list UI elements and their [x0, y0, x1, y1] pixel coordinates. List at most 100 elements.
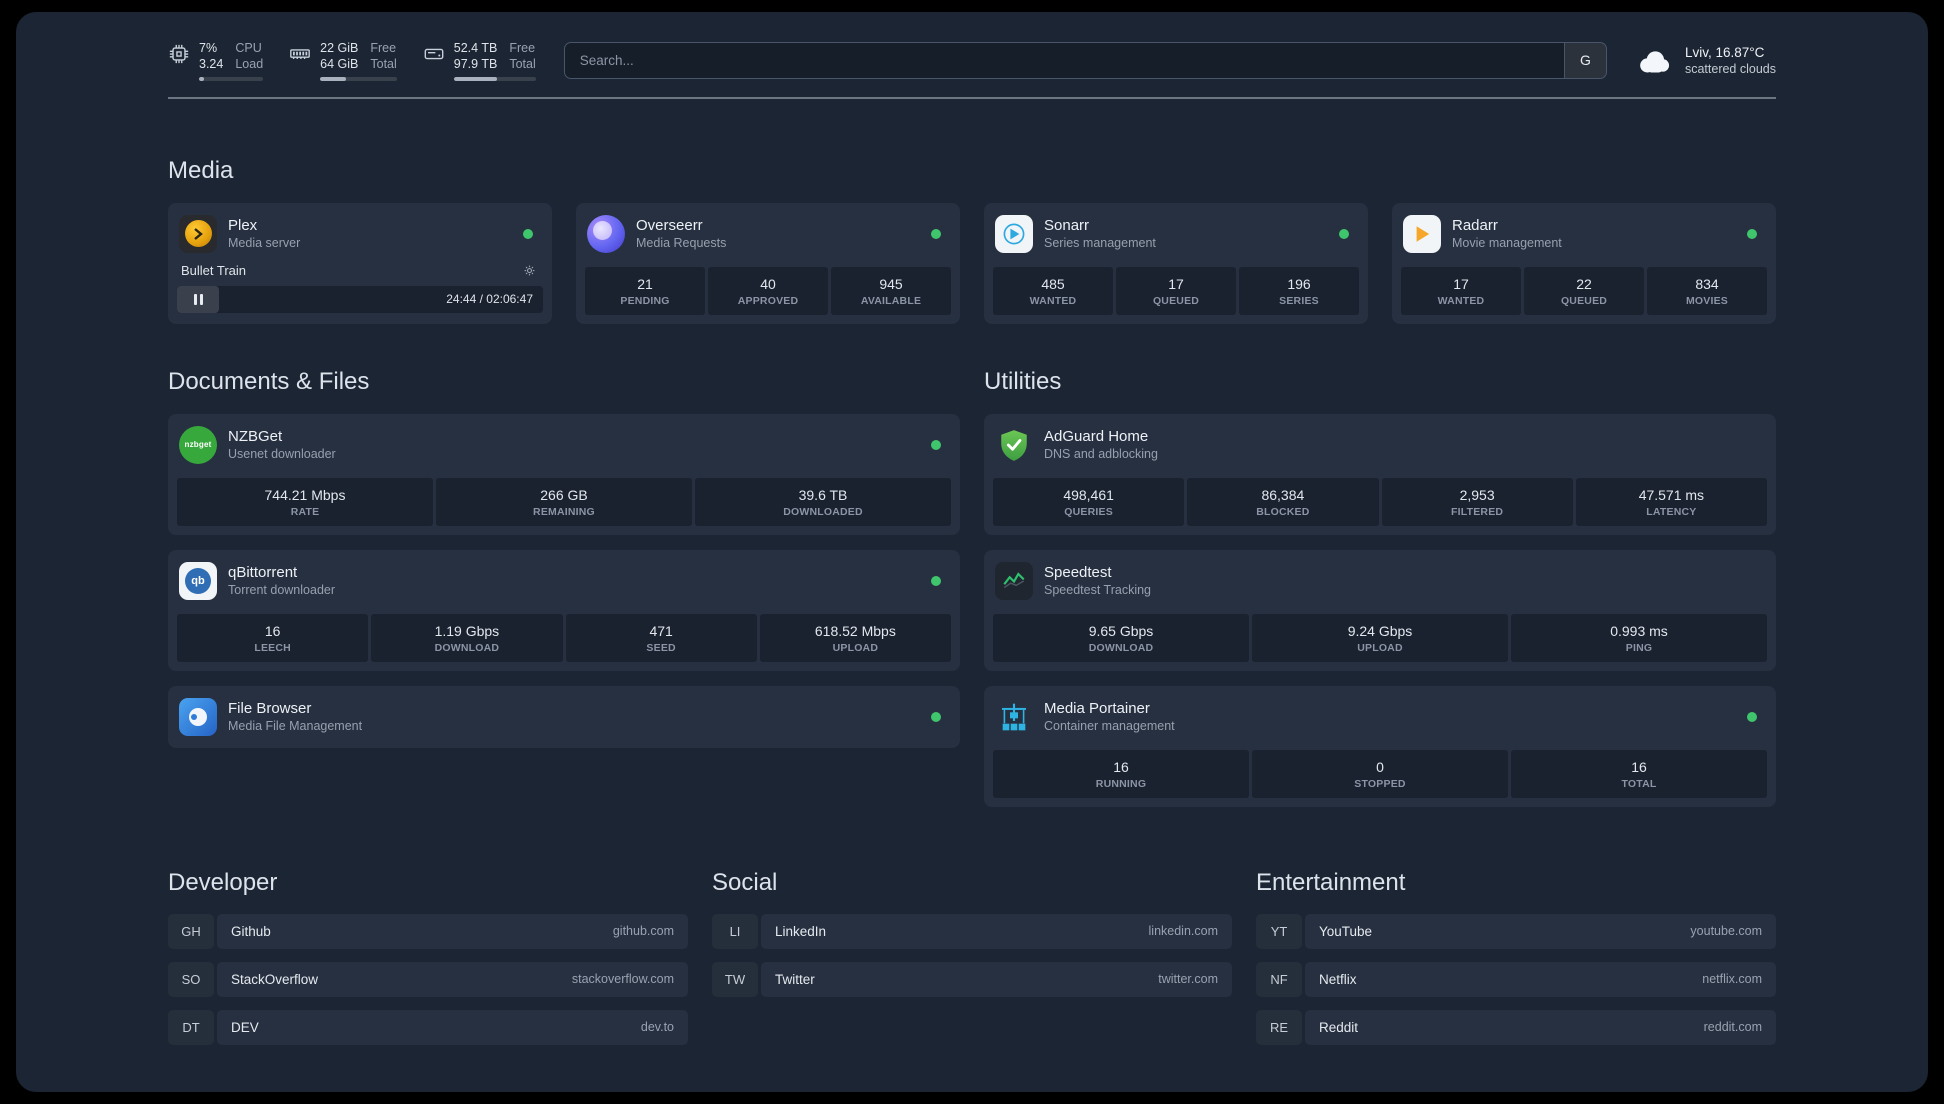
service-name: qBittorrent [228, 563, 298, 581]
stat-wanted: 485 WANTED [993, 266, 1113, 315]
service-card-plex[interactable]: Plex Media server Bullet Train 24:44 / 0… [168, 202, 552, 324]
status-dot [931, 711, 941, 722]
stat-rate: 744.21 Mbps RATE [177, 477, 433, 526]
service-name: AdGuard Home [1044, 427, 1149, 445]
bookmark-abbr: SO [168, 961, 214, 997]
stat-queued: 22 QUEUED [1524, 266, 1644, 315]
stat-download: 1.19 Gbps DOWNLOAD [371, 613, 563, 662]
bookmark-url: stackoverflow.com [571, 972, 674, 986]
service-subtitle: Torrent downloader [228, 583, 336, 598]
memory-free-value: 22 GiB [320, 41, 359, 55]
status-dot [1747, 228, 1757, 239]
bookmark-url: dev.to [640, 1020, 674, 1034]
stat-queued: 17 QUEUED [1116, 266, 1236, 315]
section-title-utilities: Utilities [984, 367, 1062, 395]
screen-frame: 7% 3.24 CPU Load 22 GiB 64 GiB Free Tota… [0, 0, 1944, 1104]
cloud-icon [1640, 51, 1670, 73]
bookmark-label: YouTube [1319, 923, 1373, 939]
disk-icon [424, 48, 444, 60]
service-subtitle: Media server [228, 236, 301, 251]
bookmark-url: github.com [612, 924, 674, 938]
bookmark-stackoverflow[interactable]: SO StackOverflow stackoverflow.com [168, 961, 688, 997]
radarr-icon [1403, 214, 1441, 253]
service-card-speedtest[interactable]: Speedtest Speedtest Tracking 9.65 Gbps D… [984, 549, 1776, 671]
service-subtitle: Usenet downloader [228, 447, 336, 462]
bookmark-url: twitter.com [1158, 972, 1218, 986]
gear-icon[interactable] [522, 263, 537, 278]
bookmark-label: Netflix [1319, 971, 1357, 987]
service-card-sonarr[interactable]: Sonarr Series management 485 WANTED 17 Q… [984, 202, 1368, 324]
cpu-usage-value: 7% [199, 41, 218, 55]
service-card-qbittorrent[interactable]: qb qBittorrent Torrent downloader 16 LEE… [168, 549, 960, 671]
pause-button[interactable] [177, 285, 219, 313]
service-subtitle: Series management [1044, 236, 1156, 251]
service-card-portainer[interactable]: Media Portainer Container management 16 … [984, 685, 1776, 807]
bookmark-youtube[interactable]: YT YouTube youtube.com [1256, 913, 1776, 949]
stat-stopped: 0 STOPPED [1252, 749, 1508, 798]
status-dot [1339, 228, 1349, 239]
service-card-nzbget[interactable]: nzbget NZBGet Usenet downloader 744.21 M… [168, 413, 960, 535]
status-dot [931, 228, 941, 239]
bookmark-dev[interactable]: DT DEV dev.to [168, 1009, 688, 1045]
bookmark-group-title: Entertainment [1256, 868, 1406, 896]
stat-filtered: 2,953 FILTERED [1381, 477, 1573, 526]
bookmark-group-social: Social LI LinkedIn linkedin.com TW Twitt… [712, 869, 1232, 997]
stat-movies: 834 MOVIES [1647, 266, 1767, 315]
disk-widget: 52.4 TB 97.9 TB Free Total [423, 40, 536, 81]
weather-widget[interactable]: Lviv, 16.87°C scattered clouds [1635, 44, 1776, 76]
cpu-progress-bar [199, 76, 264, 81]
service-card-adguard[interactable]: AdGuard Home DNS and adblocking 498,461 … [984, 413, 1776, 535]
bookmark-netflix[interactable]: NF Netflix netflix.com [1256, 961, 1776, 997]
stat-available: 945 AVAILABLE [831, 266, 951, 315]
dashboard-panel: 7% 3.24 CPU Load 22 GiB 64 GiB Free Tota… [16, 12, 1928, 1092]
bookmark-label: Github [231, 923, 271, 939]
service-subtitle: Media Requests [636, 236, 727, 251]
bookmark-github[interactable]: GH Github github.com [168, 913, 688, 949]
filebrowser-icon [179, 697, 217, 736]
overseerr-icon [587, 214, 625, 253]
disk-free-value: 52.4 TB [453, 41, 498, 55]
service-card-filebrowser[interactable]: File Browser Media File Management [168, 685, 960, 748]
memory-widget: 22 GiB 64 GiB Free Total [289, 40, 397, 81]
section-media: Media Plex Media server Bullet Train 24:… [168, 157, 1776, 324]
service-name: Speedtest [1044, 563, 1112, 581]
bookmark-group-title: Developer [168, 868, 278, 896]
service-subtitle: Media File Management [228, 719, 363, 734]
stat-downloaded: 39.6 TB DOWNLOADED [695, 477, 951, 526]
bookmark-abbr: TW [712, 961, 758, 997]
qbittorrent-icon: qb [179, 561, 217, 600]
service-subtitle: Speedtest Tracking [1044, 583, 1152, 598]
search-input[interactable] [564, 42, 1564, 78]
service-name: Radarr [1452, 216, 1498, 234]
topbar-divider [168, 96, 1776, 99]
service-name: Overseerr [636, 216, 703, 234]
service-card-overseerr[interactable]: Overseerr Media Requests 21 PENDING 40 A… [576, 202, 960, 324]
portainer-icon [995, 698, 1033, 736]
now-playing-title: Bullet Train [181, 262, 247, 278]
disk-label-top: Free [509, 41, 536, 55]
service-card-radarr[interactable]: Radarr Movie management 17 WANTED 22 QUE… [1392, 202, 1776, 324]
service-subtitle: DNS and adblocking [1044, 447, 1158, 462]
bookmark-url: youtube.com [1690, 924, 1762, 938]
stat-queries: 498,461 QUERIES [993, 477, 1185, 526]
bookmark-label: Twitter [775, 971, 815, 987]
service-name: Media Portainer [1044, 699, 1150, 717]
service-name: File Browser [228, 699, 312, 717]
sonarr-icon [995, 214, 1033, 253]
search-provider-button[interactable]: G [1563, 42, 1606, 78]
service-subtitle: Movie management [1452, 236, 1562, 251]
bookmark-twitter[interactable]: TW Twitter twitter.com [712, 961, 1232, 997]
bookmark-linkedin[interactable]: LI LinkedIn linkedin.com [712, 913, 1232, 949]
bookmark-label: StackOverflow [231, 971, 319, 987]
topbar: 7% 3.24 CPU Load 22 GiB 64 GiB Free Tota… [168, 40, 1776, 81]
stat-approved: 40 APPROVED [708, 266, 828, 315]
weather-condition: scattered clouds [1684, 62, 1776, 77]
stat-leech: 16 LEECH [177, 613, 369, 662]
search-bar: G [563, 41, 1607, 79]
resource-widgets: 7% 3.24 CPU Load 22 GiB 64 GiB Free Tota… [168, 40, 536, 81]
bookmark-label: Reddit [1319, 1019, 1359, 1035]
memory-icon [290, 49, 311, 60]
bookmark-reddit[interactable]: RE Reddit reddit.com [1256, 1009, 1776, 1045]
stat-remaining: 266 GB REMAINING [436, 477, 692, 526]
bookmark-abbr: LI [712, 913, 758, 949]
